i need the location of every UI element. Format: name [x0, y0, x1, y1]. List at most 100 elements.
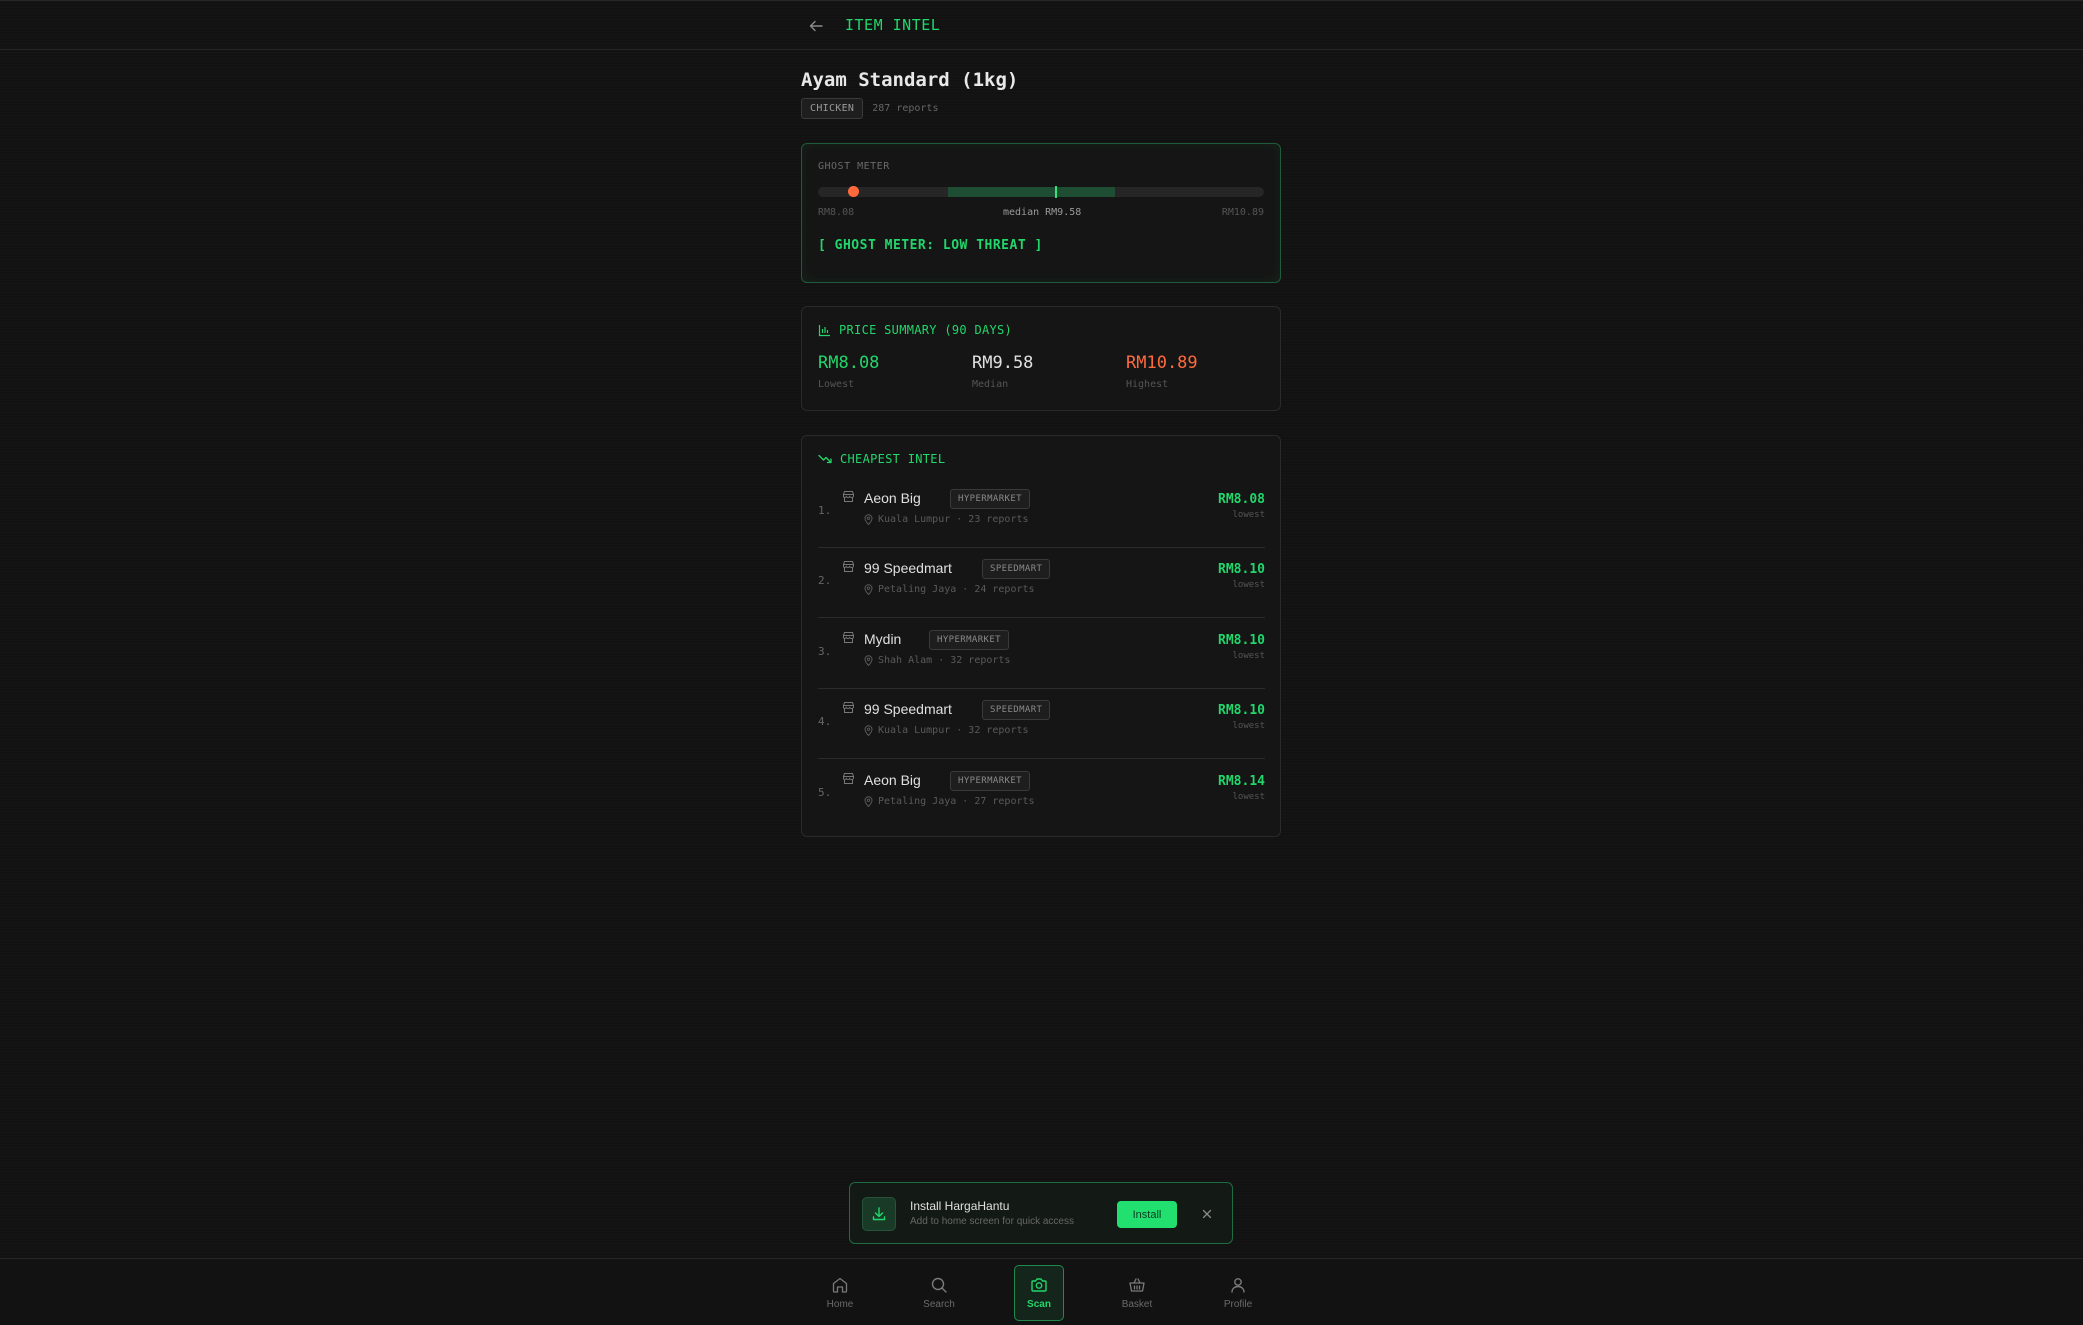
- price-summary-card: PRICE SUMMARY (90 DAYS) RM8.08 Lowest RM…: [801, 306, 1281, 411]
- home-icon: [832, 1277, 848, 1293]
- page-title: ITEM INTEL: [845, 16, 941, 34]
- store-type-badge: SPEEDMART: [982, 559, 1051, 579]
- cheapest-intel-title: CHEAPEST INTEL: [840, 452, 946, 466]
- price-label: lowest: [1232, 580, 1265, 590]
- install-banner: Install HargaHantu Add to home screen fo…: [849, 1182, 1233, 1244]
- arrow-left-icon: [809, 20, 823, 32]
- map-pin-icon: [864, 584, 873, 595]
- store-location: Petaling Jaya · 24 reports: [864, 584, 1035, 595]
- threat-status: [ GHOST METER: LOW THREAT ]: [818, 238, 1043, 253]
- store-type-badge: HYPERMARKET: [950, 771, 1031, 791]
- store-price: RM8.08: [1218, 492, 1265, 507]
- stat-label: Highest: [1126, 379, 1169, 390]
- stat-value: RM8.08: [818, 353, 880, 373]
- basket-icon: [1129, 1278, 1145, 1292]
- nav-label: Profile: [1223, 1299, 1253, 1310]
- scale-low: RM8.08: [818, 207, 855, 218]
- download-icon: [872, 1207, 886, 1221]
- store-type-badge: SPEEDMART: [982, 700, 1051, 720]
- store-name: Aeon Big: [864, 490, 921, 506]
- price-label: lowest: [1232, 651, 1265, 661]
- store-icon: [843, 491, 854, 502]
- item-meta: CHICKEN 287 reports: [801, 98, 938, 119]
- stat-median: RM9.58 Median: [972, 353, 1033, 390]
- rank: 1.: [818, 504, 832, 517]
- bottom-nav: Home Search Scan Basket Profile: [0, 1258, 2083, 1325]
- store-price: RM8.10: [1218, 703, 1265, 718]
- ghost-meter-scale: RM8.08 median RM9.58 RM10.89: [818, 207, 1264, 221]
- close-icon: [1202, 1209, 1212, 1219]
- nav-scan[interactable]: Scan: [1014, 1265, 1064, 1321]
- bar-chart-icon: [818, 324, 830, 336]
- item-name: Ayam Standard (1kg): [801, 69, 1019, 91]
- rank: 4.: [818, 715, 832, 728]
- install-title: Install HargaHantu: [910, 1199, 1010, 1213]
- store-location: Petaling Jaya · 27 reports: [864, 796, 1035, 807]
- nav-label: Scan: [1027, 1299, 1051, 1310]
- map-pin-icon: [864, 655, 873, 666]
- nav-label: Search: [923, 1299, 955, 1310]
- install-subtitle: Add to home screen for quick access: [910, 1216, 1074, 1227]
- store-type-badge: HYPERMARKET: [950, 489, 1031, 509]
- price-summary-title: PRICE SUMMARY (90 DAYS): [839, 323, 1013, 337]
- back-button[interactable]: [803, 13, 829, 39]
- store-row[interactable]: 2. 99 Speedmart SPEEDMART Petaling Jaya …: [818, 549, 1265, 618]
- category-badge: CHICKEN: [801, 98, 864, 119]
- store-row[interactable]: 5. Aeon Big HYPERMARKET Petaling Jaya · …: [818, 761, 1265, 830]
- nav-basket[interactable]: Basket: [1112, 1265, 1162, 1321]
- install-button[interactable]: Install: [1117, 1201, 1177, 1228]
- store-location: Kuala Lumpur · 32 reports: [864, 725, 1029, 736]
- stat-value: RM10.89: [1126, 353, 1198, 373]
- camera-icon: [1031, 1278, 1047, 1292]
- map-pin-icon: [864, 514, 873, 525]
- map-pin-icon: [864, 796, 873, 807]
- dismiss-button[interactable]: [1197, 1202, 1217, 1226]
- price-summary-header: PRICE SUMMARY (90 DAYS): [818, 323, 1012, 337]
- nav-label: Home: [826, 1299, 854, 1310]
- store-icon: [843, 561, 854, 572]
- price-label: lowest: [1232, 721, 1265, 731]
- location-text: Kuala Lumpur · 23 reports: [878, 514, 1029, 525]
- store-row[interactable]: 1. Aeon Big HYPERMARKET Kuala Lumpur · 2…: [818, 479, 1265, 548]
- store-row[interactable]: 3. Mydin HYPERMARKET Shah Alam · 32 repo…: [818, 620, 1265, 689]
- nav-home[interactable]: Home: [815, 1265, 865, 1321]
- store-row[interactable]: 4. 99 Speedmart SPEEDMART Kuala Lumpur ·…: [818, 690, 1265, 759]
- stat-label: Lowest: [818, 379, 855, 390]
- store-name: Mydin: [864, 631, 902, 647]
- median-marker: [1055, 186, 1058, 198]
- price-label: lowest: [1232, 792, 1265, 802]
- search-icon: [931, 1277, 947, 1293]
- rank: 2.: [818, 574, 832, 587]
- map-pin-icon: [864, 725, 873, 736]
- user-icon: [1231, 1278, 1245, 1293]
- store-name: Aeon Big: [864, 772, 921, 788]
- scale-median: median RM9.58: [1003, 207, 1082, 218]
- location-text: Shah Alam · 32 reports: [878, 655, 1011, 666]
- current-price-marker: [847, 186, 859, 197]
- trending-down-icon: [818, 454, 832, 464]
- report-count: 287 reports: [872, 103, 939, 114]
- store-type-badge: HYPERMARKET: [929, 630, 1010, 650]
- ghost-meter-bar: [818, 186, 1264, 198]
- stat-lowest: RM8.08 Lowest: [818, 353, 879, 390]
- location-text: Petaling Jaya · 27 reports: [878, 796, 1035, 807]
- store-location: Shah Alam · 32 reports: [864, 655, 1010, 666]
- nav-label: Basket: [1121, 1299, 1153, 1310]
- install-icon-box: [862, 1197, 896, 1231]
- typical-range-band: [948, 187, 1115, 197]
- top-bar: ITEM INTEL: [0, 0, 2083, 50]
- store-price: RM8.14: [1218, 774, 1265, 789]
- store-name: 99 Speedmart: [864, 701, 952, 717]
- cheapest-intel-card: CHEAPEST INTEL 1. Aeon Big HYPERMARKET K…: [801, 435, 1281, 837]
- stat-highest: RM10.89 Highest: [1126, 353, 1198, 390]
- cheapest-intel-header: CHEAPEST INTEL: [818, 452, 945, 466]
- store-price: RM8.10: [1218, 562, 1265, 577]
- nav-profile[interactable]: Profile: [1213, 1265, 1263, 1321]
- location-text: Kuala Lumpur · 32 reports: [878, 725, 1029, 736]
- store-name: 99 Speedmart: [864, 560, 952, 576]
- ghost-meter-label: GHOST METER: [818, 161, 890, 172]
- store-icon: [843, 632, 854, 643]
- nav-search[interactable]: Search: [914, 1265, 964, 1321]
- ghost-meter-card: GHOST METER RM8.08 median RM9.58 RM10.89…: [801, 143, 1281, 283]
- location-text: Petaling Jaya · 24 reports: [878, 584, 1035, 595]
